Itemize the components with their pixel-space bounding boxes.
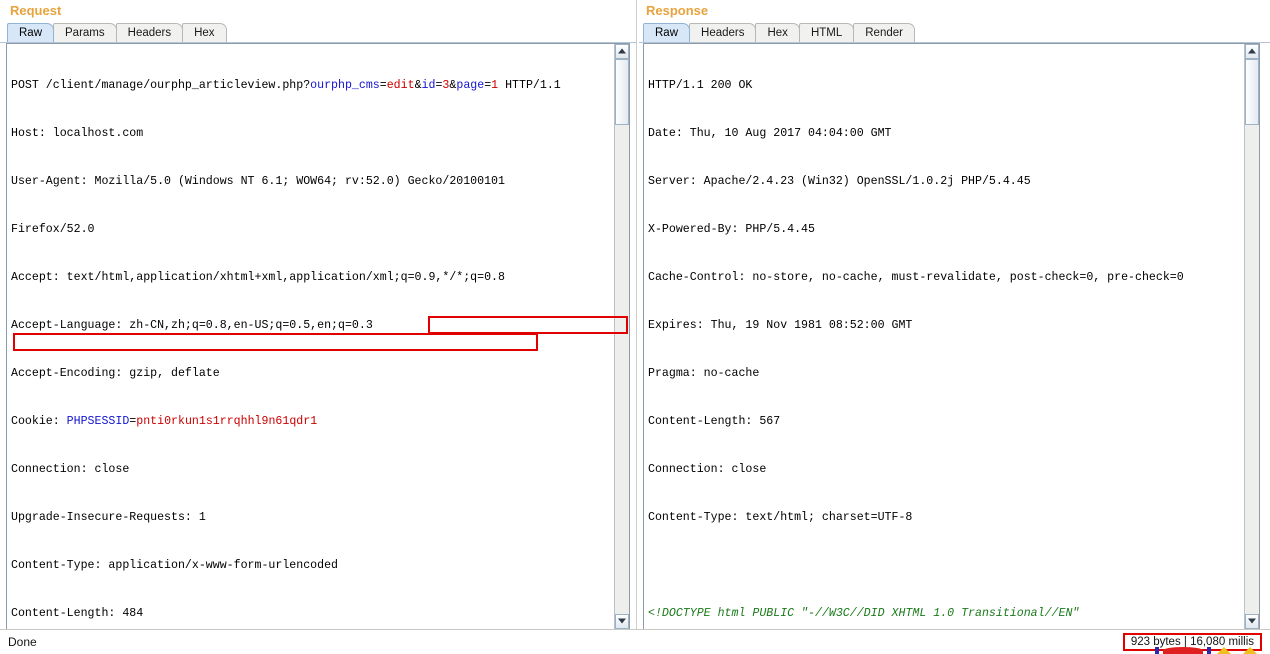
request-scroll-track[interactable] [615, 59, 629, 614]
response-scroll-up-button[interactable] [1245, 44, 1259, 59]
response-header-content-length: Content-Length: 567 [648, 415, 781, 428]
response-tab-headers[interactable]: Headers [689, 23, 757, 42]
request-header-content-length: Content-Length: 484 [11, 606, 611, 622]
request-line-request-line: POST /client/manage/ourphp_articleview.p… [11, 78, 611, 94]
artifact-bar-mid [1207, 647, 1211, 654]
request-header-upgrade-insecure: Upgrade-Insecure-Requests: 1 [11, 511, 206, 524]
chevron-down-icon [618, 618, 626, 623]
request-header-connection: Connection: close [11, 463, 130, 476]
response-tabbar: Raw Headers Hex HTML Render [636, 22, 1270, 43]
artifact-bar-left [1155, 647, 1159, 654]
request-header-accept-language: Accept-Language: zh-CN,zh;q=0.8,en-US;q=… [11, 319, 373, 332]
response-editor-wrap: HTTP/1.1 200 OK Date: Thu, 10 Aug 2017 0… [643, 43, 1260, 630]
request-method-path: POST /client/manage/ourphp_articleview.p… [11, 79, 311, 92]
panel-divider[interactable] [636, 0, 639, 630]
qs-param-1-value: edit [386, 79, 415, 92]
response-panel-title: Response [646, 3, 709, 18]
response-scroll-down-button[interactable] [1245, 614, 1259, 629]
request-header-accept-encoding: Accept-Encoding: gzip, deflate [11, 367, 220, 380]
response-vertical-scrollbar[interactable] [1244, 44, 1259, 629]
request-tab-raw[interactable]: Raw [7, 23, 55, 42]
request-scroll-down-button[interactable] [615, 614, 629, 629]
response-status-line: HTTP/1.1 200 OK [648, 79, 753, 92]
request-header-user-agent-cont: Firefox/52.0 [11, 223, 95, 236]
chevron-down-icon [1248, 618, 1256, 623]
screenshot-edge-artifact [1155, 647, 1270, 654]
request-vertical-scrollbar[interactable] [614, 44, 629, 629]
request-scroll-thumb[interactable] [615, 59, 629, 125]
content-length-value: 484 [122, 607, 144, 620]
response-doctype-line-1: <!DOCTYPE html PUBLIC "-//W3C//DID XHTML… [648, 607, 1080, 620]
chevron-up-icon [1248, 48, 1256, 53]
response-header-pragma: Pragma: no-cache [648, 367, 760, 380]
request-header-accept: Accept: text/html,application/xhtml+xml,… [11, 271, 505, 284]
response-header-connection: Connection: close [648, 463, 767, 476]
request-tab-params[interactable]: Params [53, 23, 117, 42]
burp-repeater-window: Request Raw Params Headers Hex POST /cli… [0, 0, 1270, 654]
response-header-date: Date: Thu, 10 Aug 2017 04:04:00 GMT [648, 127, 892, 140]
cookie-value: pnti0rkun1s1rrqhhl9n61qdr1 [136, 415, 318, 428]
response-scroll-track[interactable] [1245, 59, 1259, 614]
qs-eq-1: = [379, 79, 387, 92]
request-header-host: Host: localhost.com [11, 127, 144, 140]
artifact-yellow-triangle-1 [1217, 647, 1231, 654]
response-header-cache-control: Cache-Control: no-store, no-cache, must-… [648, 271, 1184, 284]
qs-param-1-name: ourphp_cms [310, 79, 380, 92]
request-editor-wrap: POST /client/manage/ourphp_articleview.p… [6, 43, 630, 630]
response-blank-line [648, 558, 1241, 574]
request-panel: Request Raw Params Headers Hex POST /cli… [0, 0, 636, 654]
cookie-name: PHPSESSID [66, 415, 130, 428]
artifact-yellow-triangle-2 [1243, 647, 1257, 654]
status-text: Done [8, 635, 37, 649]
response-panel: Response Raw Headers Hex HTML Render HTT… [636, 0, 1270, 654]
response-tab-raw[interactable]: Raw [643, 23, 691, 42]
cookie-label: Cookie: [11, 415, 67, 428]
status-bar: Done 923 bytes | 16,080 millis [0, 629, 1270, 654]
request-panel-title: Request [10, 3, 62, 18]
qs-http-version: HTTP/1.1 [498, 79, 561, 92]
request-header-content-type: Content-Type: application/x-www-form-url… [11, 559, 338, 572]
response-header-content-type: Content-Type: text/html; charset=UTF-8 [648, 511, 913, 524]
response-header-expires: Expires: Thu, 19 Nov 1981 08:52:00 GMT [648, 319, 913, 332]
response-header-x-powered-by: X-Powered-By: PHP/5.4.45 [648, 223, 815, 236]
content-length-label: Content-Length: [11, 607, 123, 620]
response-scroll-thumb[interactable] [1245, 59, 1259, 125]
response-tab-html[interactable]: HTML [798, 23, 855, 42]
request-tab-hex[interactable]: Hex [182, 23, 227, 42]
request-header-cookie: Cookie: PHPSESSID=pnti0rkun1s1rrqhhl9n61… [11, 414, 611, 430]
request-tab-headers[interactable]: Headers [115, 23, 184, 42]
response-tab-hex[interactable]: Hex [755, 23, 800, 42]
request-editor[interactable]: POST /client/manage/ourphp_articleview.p… [7, 44, 614, 629]
response-header-server: Server: Apache/2.4.23 (Win32) OpenSSL/1.… [648, 175, 1031, 188]
qs-param-3-name: page [456, 79, 485, 92]
chevron-up-icon [618, 48, 626, 53]
qs-amp-1: & [414, 79, 422, 92]
qs-param-2-name: id [421, 79, 436, 92]
request-scroll-up-button[interactable] [615, 44, 629, 59]
artifact-red-shape [1163, 647, 1203, 654]
response-editor[interactable]: HTTP/1.1 200 OK Date: Thu, 10 Aug 2017 0… [644, 44, 1244, 629]
request-tabbar: Raw Params Headers Hex [0, 22, 636, 43]
response-tab-render[interactable]: Render [853, 23, 915, 42]
request-header-user-agent: User-Agent: Mozilla/5.0 (Windows NT 6.1;… [11, 175, 505, 188]
